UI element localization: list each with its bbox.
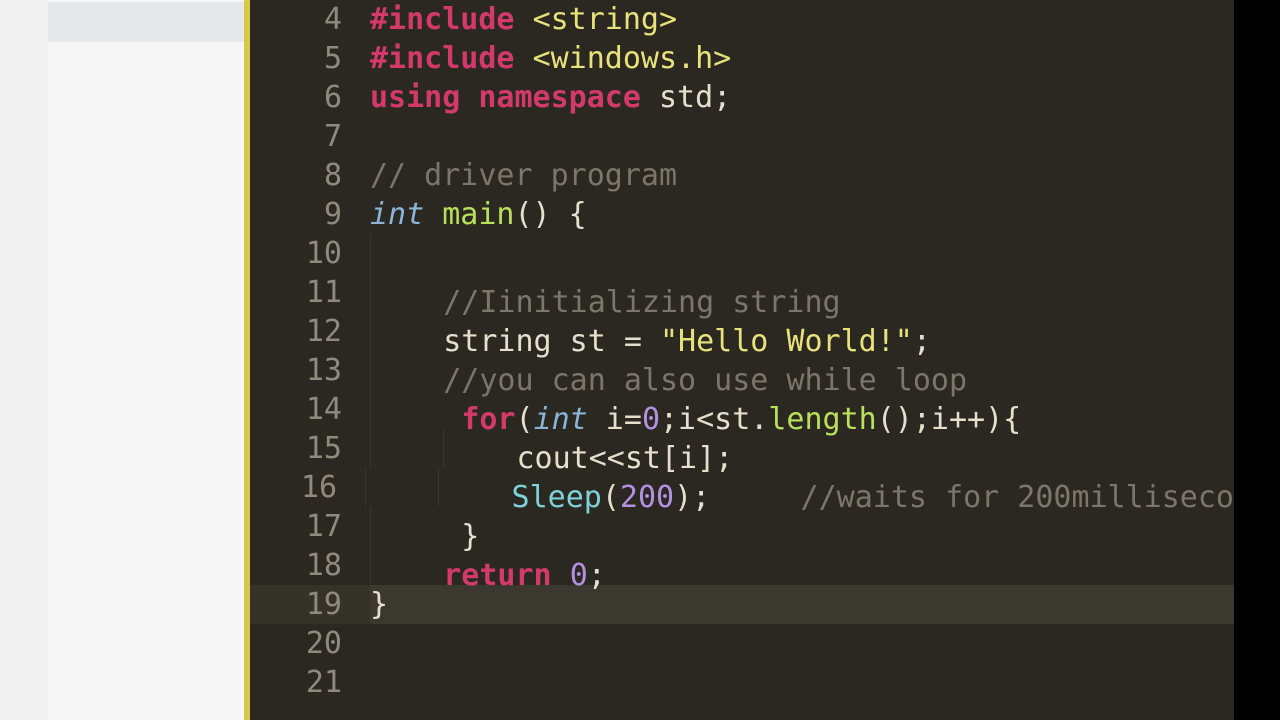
line-number: 4 [250,0,370,39]
code-content[interactable] [370,117,1234,156]
code-content[interactable] [370,234,1234,273]
token: ; [588,558,606,593]
code-content[interactable]: // driver program [370,156,1234,195]
indent-whitespace [371,246,443,281]
token: cout<<st[i]; [517,441,734,476]
token: length [768,402,876,437]
token [515,2,533,37]
code-line[interactable]: 4#include <string> [250,0,1234,39]
indent-whitespace [372,441,517,476]
line-number: 17 [250,507,370,546]
token: 200 [620,480,674,515]
token: std; [641,80,731,115]
minimap-highlight [48,2,244,42]
line-number: 14 [250,390,370,429]
indent-whitespace [371,285,443,320]
token: ( [602,480,620,515]
token: 0 [642,402,660,437]
token: "Hello World!" [660,324,913,359]
window-margin-left [0,0,48,720]
code-content[interactable]: //Iinitializing string [370,273,1234,312]
token: i= [588,402,642,437]
indent-whitespace [371,519,443,554]
token: int [370,197,424,232]
token [515,41,533,76]
indent-whitespace [371,324,443,359]
minimap-panel[interactable] [48,0,244,720]
indent-guide [365,468,366,507]
code-line[interactable]: 5#include <windows.h> [250,39,1234,78]
code-line[interactable]: 20 [250,624,1234,663]
token: //Iinitializing string [443,285,840,320]
token: } [443,519,479,554]
token: 0 [570,558,588,593]
code-content[interactable]: using namespace std; [370,78,1234,117]
code-line[interactable]: 10 [250,234,1234,273]
line-number: 13 [250,351,370,390]
token: ();i++){ [877,402,1022,437]
code-content[interactable]: int main() { [370,195,1234,234]
line-number: 7 [250,117,370,156]
code-line[interactable]: 7 [250,117,1234,156]
token: string st = [443,324,660,359]
code-line[interactable]: 8// driver program [250,156,1234,195]
token: ; [913,324,931,359]
token: () { [515,197,587,232]
line-number: 10 [250,234,370,273]
token: using [370,80,460,115]
line-number: 11 [250,273,370,312]
token: Sleep [512,480,602,515]
token: #include [370,2,515,37]
token [460,80,478,115]
token: } [370,587,388,622]
code-content[interactable] [370,624,1234,663]
token: //you can also use while loop [443,363,967,398]
indent-whitespace [367,480,512,515]
token [424,197,442,232]
line-number: 6 [250,78,370,117]
token: return [443,558,551,593]
code-area[interactable]: 4#include <string>5#include <windows.h>6… [250,0,1234,702]
token: for [461,402,515,437]
token: // driver program [370,158,677,193]
token: int [534,402,588,437]
token: //waits for 200milliseco [801,480,1234,515]
line-number: 9 [250,195,370,234]
token: <string> [533,2,678,37]
code-content[interactable]: #include <string> [370,0,1234,39]
line-number: 20 [250,624,370,663]
token: namespace [478,80,641,115]
line-number: 19 [250,585,370,624]
window-margin-right [1234,0,1280,720]
line-number: 15 [250,429,370,468]
code-line[interactable]: 21 [250,663,1234,702]
code-content[interactable] [370,663,1234,702]
token: ); [674,480,800,515]
code-content[interactable]: return 0; [370,546,1234,585]
token: ( [516,402,534,437]
indent-whitespace [371,402,443,437]
code-line[interactable]: 9int main() { [250,195,1234,234]
line-number: 16 [250,468,365,507]
line-number: 8 [250,156,370,195]
token [443,402,461,437]
indent-guide [370,429,371,468]
code-content[interactable]: #include <windows.h> [370,39,1234,78]
line-number: 18 [250,546,370,585]
code-editor[interactable]: 4#include <string>5#include <windows.h>6… [250,0,1234,720]
indent-whitespace [371,363,443,398]
token [552,558,570,593]
app-window: 4#include <string>5#include <windows.h>6… [0,0,1280,720]
line-number: 21 [250,663,370,702]
token: #include [370,41,515,76]
code-line[interactable]: 6using namespace std; [250,78,1234,117]
token: main [442,197,514,232]
line-number: 12 [250,312,370,351]
line-number: 5 [250,39,370,78]
token: <windows.h> [533,41,732,76]
token: ;i<st. [660,402,768,437]
